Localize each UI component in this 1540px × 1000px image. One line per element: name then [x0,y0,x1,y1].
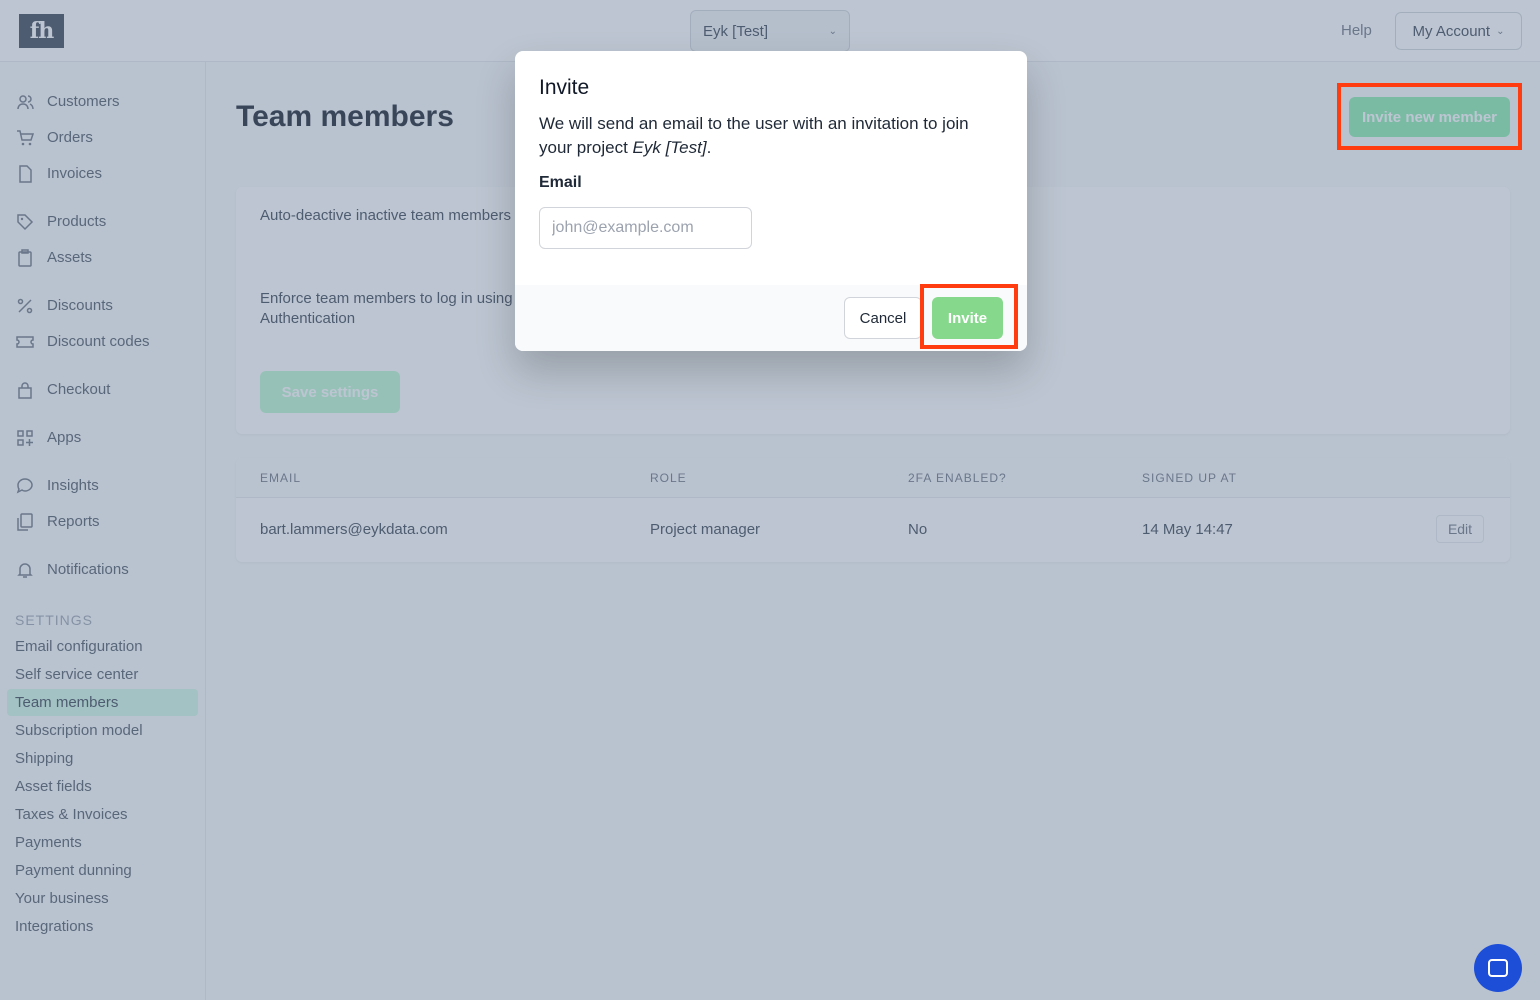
modal-project-name: Eyk [Test] [632,138,707,157]
chat-icon [1488,959,1508,977]
email-field[interactable] [539,207,752,249]
support-chat-button[interactable] [1474,944,1522,992]
modal-title: Invite [539,76,590,99]
cancel-button[interactable]: Cancel [844,297,922,339]
modal-description: We will send an email to the user with a… [539,112,999,160]
email-label: Email [539,174,582,191]
modal-description-end: . [706,138,712,157]
highlight-box [1337,83,1522,150]
highlight-box [920,284,1018,349]
modal-description-text: We will send an email to the user with a… [539,114,969,157]
